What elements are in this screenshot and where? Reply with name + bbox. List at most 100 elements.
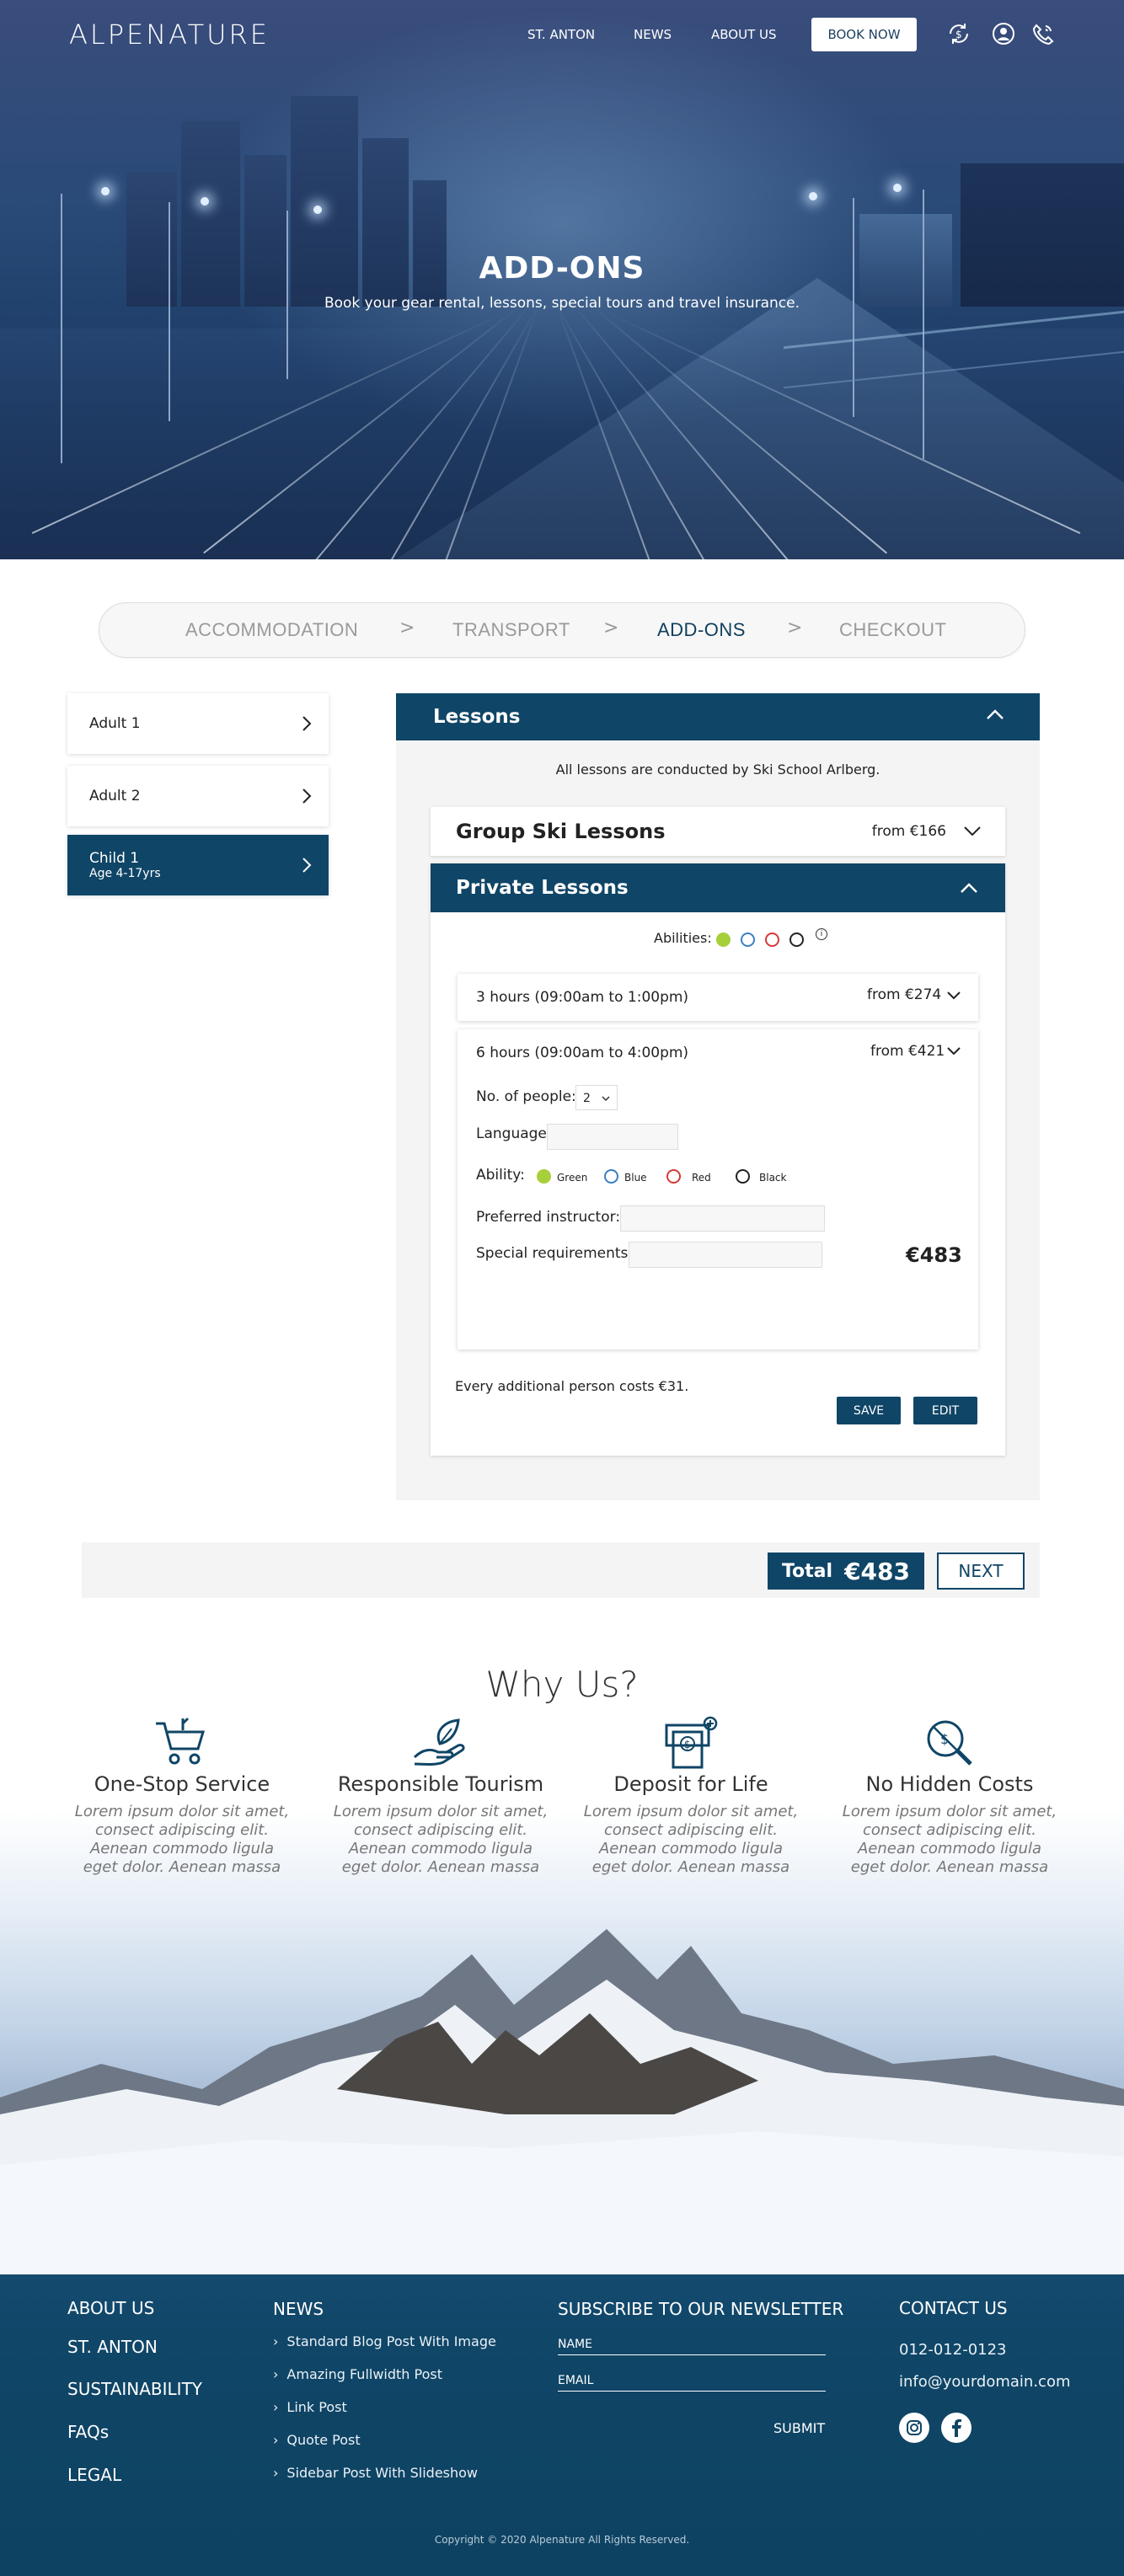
group-lessons-title: Group Ski Lessons [456, 820, 666, 843]
feature-title: One-Stop Service [94, 1772, 270, 1796]
svg-text:$: $ [940, 1731, 949, 1747]
nav-news[interactable]: NEWS [634, 27, 672, 42]
traveller-adult-1[interactable]: Adult 1 [67, 693, 329, 754]
feature-title: No Hidden Costs [865, 1772, 1034, 1796]
news-link-label: Link Post [286, 2399, 347, 2415]
feature-deposit-for-life: $ Deposit for Life Lorem ipsum dolor sit… [581, 1715, 800, 1877]
news-link-label: Amazing Fullwidth Post [286, 2366, 442, 2382]
no-hidden-cost-icon: $ [927, 1720, 972, 1766]
news-link[interactable]: › Sidebar Post With Slideshow [273, 2465, 478, 2481]
footer-link-about-us[interactable]: ABOUT US [67, 2298, 154, 2318]
chevron-up-icon[interactable] [960, 882, 978, 894]
next-button[interactable]: NEXT [937, 1553, 1025, 1590]
ability-black-radio[interactable] [736, 1169, 750, 1184]
people-value: 2 [583, 1092, 591, 1105]
newsletter-title: SUBSCRIBE TO OUR NEWSLETTER [558, 2299, 844, 2319]
news-link-label: Quote Post [286, 2432, 361, 2448]
private-lessons-header[interactable]: Private Lessons [431, 863, 1005, 912]
group-ski-lessons[interactable]: Group Ski Lessons from €166 [431, 807, 1005, 856]
traveller-adult-2[interactable]: Adult 2 [67, 766, 329, 826]
news-link[interactable]: › Link Post [273, 2399, 347, 2415]
nav-about-us[interactable]: ABOUT US [711, 27, 777, 42]
total-box: Total €483 [768, 1553, 924, 1590]
edit-button[interactable]: EDIT [913, 1397, 977, 1424]
total-value: €483 [844, 1557, 911, 1585]
ability-blue-label: Blue [624, 1172, 647, 1184]
newsletter-email-input[interactable]: EMAIL [558, 2374, 826, 2392]
chevron-down-icon[interactable] [963, 826, 982, 837]
footer-news-title: NEWS [273, 2299, 324, 2319]
language-label: Language: [476, 1125, 552, 1142]
lessons-title: Lessons [433, 706, 521, 728]
instagram-icon[interactable] [899, 2413, 929, 2443]
ability-green-dot [716, 933, 731, 947]
book-now-button[interactable]: BOOK NOW [811, 18, 917, 51]
instructor-input[interactable] [620, 1205, 825, 1232]
chevron-right-icon [302, 858, 312, 873]
group-lessons-price: from €166 [871, 823, 946, 840]
svg-text:$: $ [684, 1739, 691, 1750]
lessons-header[interactable]: Lessons [396, 693, 1040, 740]
contact-email[interactable]: info@yourdomain.com [899, 2373, 1071, 2391]
option-price: from €274 [867, 986, 942, 1003]
contact-title: CONTACT US [899, 2298, 1008, 2318]
footer-link-st-anton[interactable]: ST. ANTON [67, 2337, 158, 2357]
chevron-down-icon[interactable] [946, 1046, 961, 1056]
ability-blue-dot [741, 933, 755, 947]
chevron-up-icon[interactable] [986, 708, 1004, 720]
lessons-note: All lessons are conducted by Ski School … [555, 762, 880, 778]
requirements-label: Special requirements: [476, 1245, 634, 1262]
people-select[interactable]: 2 [575, 1085, 618, 1110]
newsletter-name-input[interactable]: NAME [558, 2338, 826, 2355]
footer-link-faqs[interactable]: FAQs [67, 2422, 109, 2442]
traveller-child-1[interactable]: Child 1 Age 4-17yrs [67, 835, 329, 895]
abilities-label: Abilities: [654, 930, 712, 946]
contact-phone[interactable]: 012-012-0123 [899, 2341, 1007, 2359]
additional-person-note: Every additional person costs €31. [455, 1378, 689, 1394]
chevron-down-icon[interactable] [946, 991, 961, 1001]
requirements-input[interactable] [629, 1242, 822, 1268]
language-input[interactable] [547, 1124, 678, 1150]
news-link[interactable]: › Amazing Fullwidth Post [273, 2366, 442, 2382]
nav-st-anton[interactable]: ST. ANTON [527, 27, 595, 42]
news-link-label: Standard Blog Post With Image [286, 2333, 496, 2349]
traveller-name: Child 1 [89, 850, 140, 867]
newsletter-submit-button[interactable]: SUBMIT [773, 2420, 825, 2436]
total-label: Total [781, 1560, 833, 1582]
mountain-background [0, 1811, 1124, 2283]
ability-green-radio[interactable] [537, 1169, 551, 1184]
feature-one-stop: One-Stop Service Lorem ipsum dolor sit a… [72, 1715, 292, 1877]
leaf-hand-icon [413, 1718, 465, 1766]
facebook-icon[interactable] [941, 2413, 971, 2443]
save-button[interactable]: SAVE [837, 1397, 901, 1424]
site-logo[interactable]: ALPENATURE [69, 19, 270, 51]
cart-icon [156, 1717, 206, 1765]
footer-link-sustainability[interactable]: SUSTAINABILITY [67, 2379, 202, 2399]
news-link[interactable]: › Standard Blog Post With Image [273, 2333, 496, 2349]
ability-green-label: Green [557, 1172, 588, 1184]
ability-label: Ability: [476, 1167, 525, 1184]
feature-text: Lorem ipsum dolor sit amet, consect adip… [333, 1803, 549, 1876]
news-link[interactable]: › Quote Post [273, 2432, 361, 2448]
info-icon[interactable]: i [816, 928, 827, 940]
ability-blue-radio[interactable] [604, 1169, 618, 1184]
chevron-down-icon [602, 1096, 610, 1102]
step-checkout[interactable]: CHECKOUT [839, 619, 946, 641]
step-separator: > [399, 617, 415, 639]
user-icon[interactable] [990, 20, 1017, 47]
step-accommodation[interactable]: ACCOMMODATION [185, 619, 358, 641]
footer-link-legal[interactable]: LEGAL [67, 2465, 121, 2485]
currency-exchange-icon[interactable]: $ [945, 20, 972, 47]
chevron-right-icon [302, 788, 312, 804]
phone-icon[interactable] [1030, 20, 1057, 47]
why-us-title: Why Us? [485, 1664, 639, 1705]
step-transport[interactable]: TRANSPORT [452, 619, 570, 641]
step-add-ons[interactable]: ADD-ONS [657, 619, 746, 641]
option-subtotal: €483 [906, 1243, 962, 1267]
ability-red-radio[interactable] [666, 1169, 681, 1184]
option-title: 3 hours (09:00am to 1:00pm) [476, 989, 689, 1006]
traveller-name: Adult 2 [89, 788, 141, 804]
ability-black-dot [789, 933, 804, 947]
private-option-3-hours[interactable]: 3 hours (09:00am to 1:00pm) from €274 [458, 974, 978, 1021]
feature-text: Lorem ipsum dolor sit amet, consect adip… [583, 1803, 799, 1876]
